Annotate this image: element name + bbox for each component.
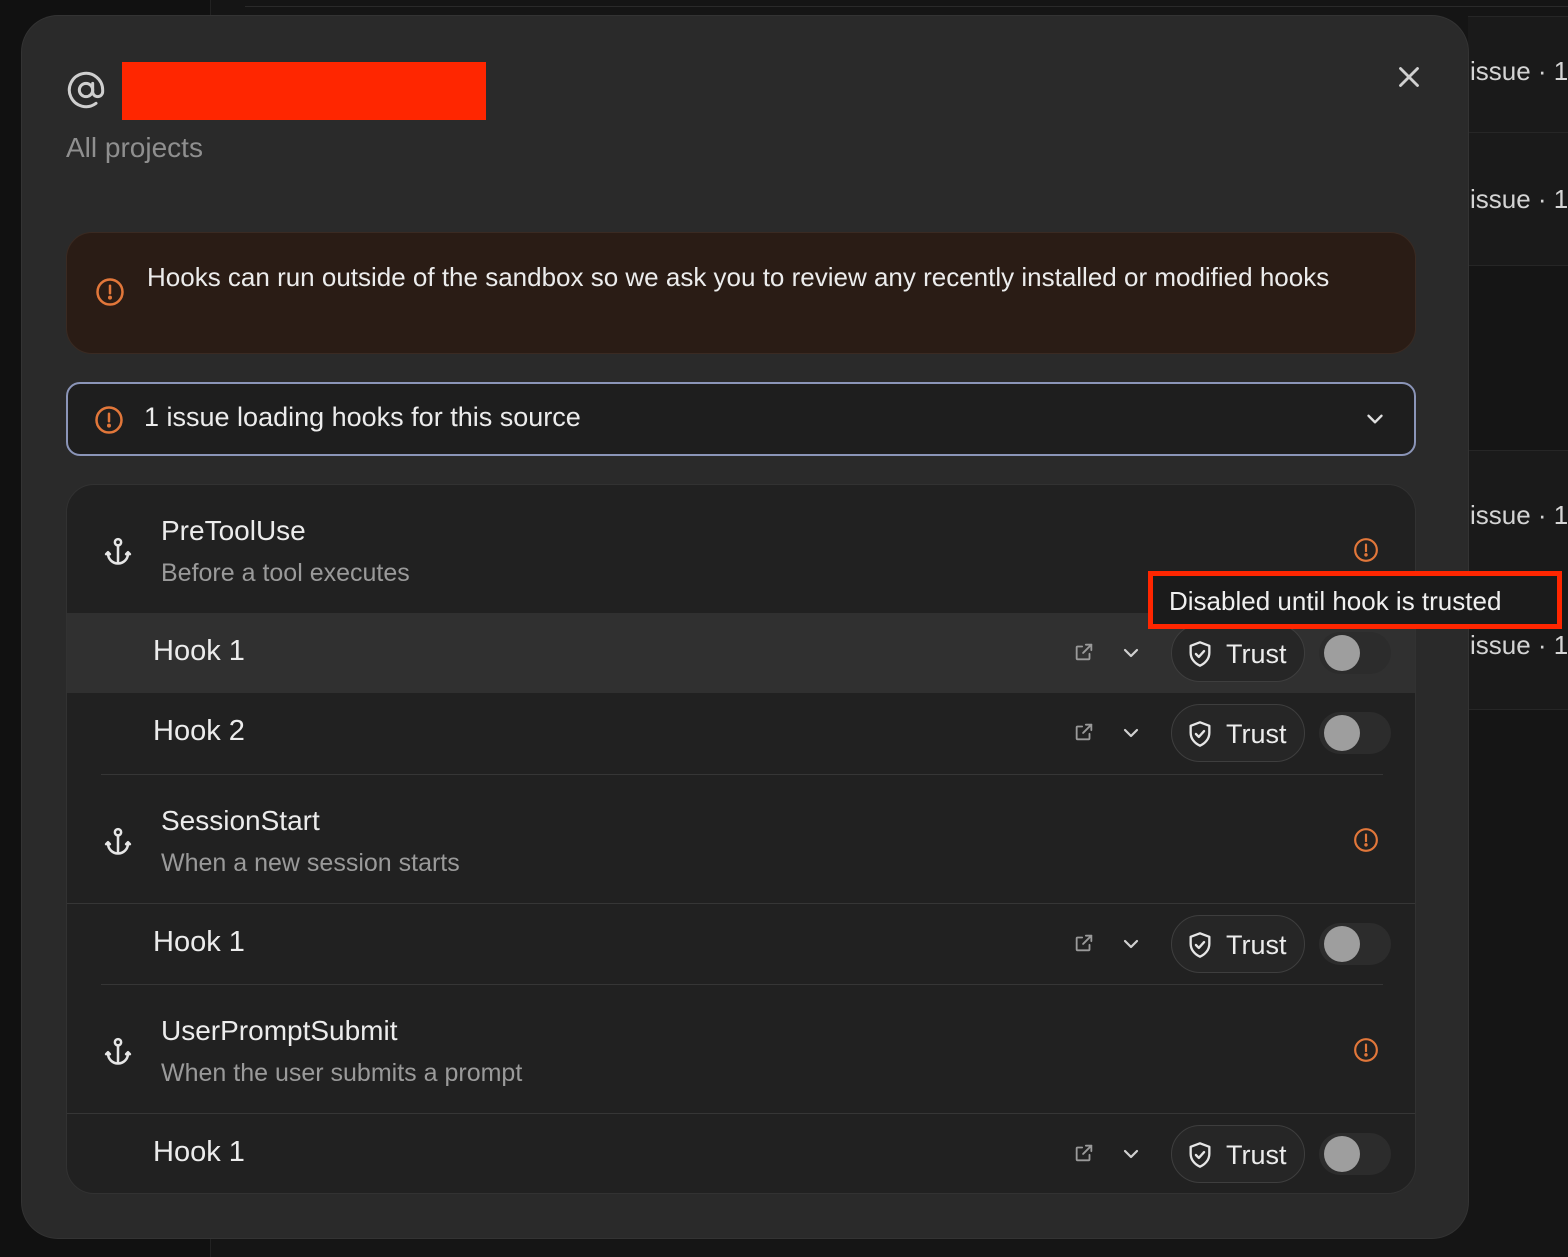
hook-enable-toggle[interactable]: [1319, 1133, 1391, 1175]
toggle-knob: [1324, 715, 1360, 751]
hook-name: Hook 2: [153, 715, 245, 747]
alert-circle-icon: [1354, 828, 1378, 852]
hook-row[interactable]: Hook 2 Trust: [67, 693, 1415, 773]
trust-button[interactable]: Trust: [1171, 915, 1305, 973]
alert-circle-icon: [95, 406, 123, 434]
background-issue-label: issue · 1: [1470, 184, 1568, 214]
hook-enable-toggle[interactable]: [1319, 712, 1391, 754]
shield-check-icon: [1189, 641, 1211, 667]
close-icon[interactable]: [1392, 60, 1426, 94]
shield-check-icon: [1189, 721, 1211, 747]
hook-group-name: SessionStart: [161, 805, 320, 836]
trust-button[interactable]: Trust: [1171, 704, 1305, 762]
dialog-subtitle: All projects: [66, 132, 203, 163]
anchor-icon: [104, 1037, 132, 1065]
chevron-down-icon[interactable]: [1119, 1142, 1143, 1166]
external-link-icon[interactable]: [1073, 641, 1095, 663]
tooltip-text: Disabled until hook is trusted: [1169, 586, 1502, 616]
warning-text: Hooks can run outside of the sandbox so …: [147, 262, 1330, 292]
trust-label: Trust: [1226, 1140, 1287, 1170]
hook-name: Hook 1: [153, 1136, 245, 1168]
background-issue-label: issue · 1: [1470, 630, 1568, 660]
anchor-icon: [104, 537, 132, 565]
hook-group-header: UserPromptSubmit When the user submits a…: [67, 985, 1415, 1113]
anchor-icon: [104, 827, 132, 855]
hook-row[interactable]: Hook 1 Trust: [67, 904, 1415, 984]
hook-group-name: UserPromptSubmit: [161, 1015, 398, 1046]
trust-label: Trust: [1226, 930, 1287, 960]
trust-label: Trust: [1226, 719, 1287, 749]
background-issue-label: issue · 1: [1470, 500, 1568, 530]
trust-button[interactable]: Trust: [1171, 624, 1305, 682]
shield-check-icon: [1189, 932, 1211, 958]
external-link-icon[interactable]: [1073, 1142, 1095, 1164]
toggle-knob: [1324, 1136, 1360, 1172]
sandbox-warning-banner: Hooks can run outside of the sandbox so …: [66, 232, 1416, 354]
chevron-down-icon[interactable]: [1362, 406, 1388, 432]
background-divider: [245, 6, 1568, 7]
redacted-title: [122, 62, 486, 120]
hook-group-description: When the user submits a prompt: [161, 1059, 523, 1087]
background-issue-label: issue · 1: [1470, 56, 1568, 86]
toggle-knob: [1324, 635, 1360, 671]
alert-circle-icon: [96, 278, 124, 306]
shield-check-icon: [1189, 1142, 1211, 1168]
toggle-knob: [1324, 926, 1360, 962]
disabled-tooltip: Disabled until hook is trusted: [1148, 571, 1562, 629]
hook-row[interactable]: Hook 1 Trust: [67, 1114, 1415, 1193]
alert-circle-icon: [1354, 538, 1378, 562]
trust-button[interactable]: Trust: [1171, 1125, 1305, 1183]
hook-enable-toggle[interactable]: [1319, 632, 1391, 674]
hook-group-description: Before a tool executes: [161, 559, 410, 587]
issue-dropdown[interactable]: 1 issue loading hooks for this source: [66, 382, 1416, 456]
chevron-down-icon[interactable]: [1119, 721, 1143, 745]
external-link-icon[interactable]: [1073, 721, 1095, 743]
trust-label: Trust: [1226, 639, 1287, 669]
hook-name: Hook 1: [153, 926, 245, 958]
hook-group-header: SessionStart When a new session starts: [67, 775, 1415, 903]
chevron-down-icon[interactable]: [1119, 932, 1143, 956]
hook-group-name: PreToolUse: [161, 515, 306, 546]
hook-name: Hook 1: [153, 635, 245, 667]
external-link-icon[interactable]: [1073, 932, 1095, 954]
chevron-down-icon[interactable]: [1119, 641, 1143, 665]
issue-text: 1 issue loading hooks for this source: [144, 402, 581, 432]
alert-circle-icon: [1354, 1038, 1378, 1062]
hook-group-description: When a new session starts: [161, 849, 460, 877]
hook-enable-toggle[interactable]: [1319, 923, 1391, 965]
at-sign-icon: [67, 71, 105, 109]
